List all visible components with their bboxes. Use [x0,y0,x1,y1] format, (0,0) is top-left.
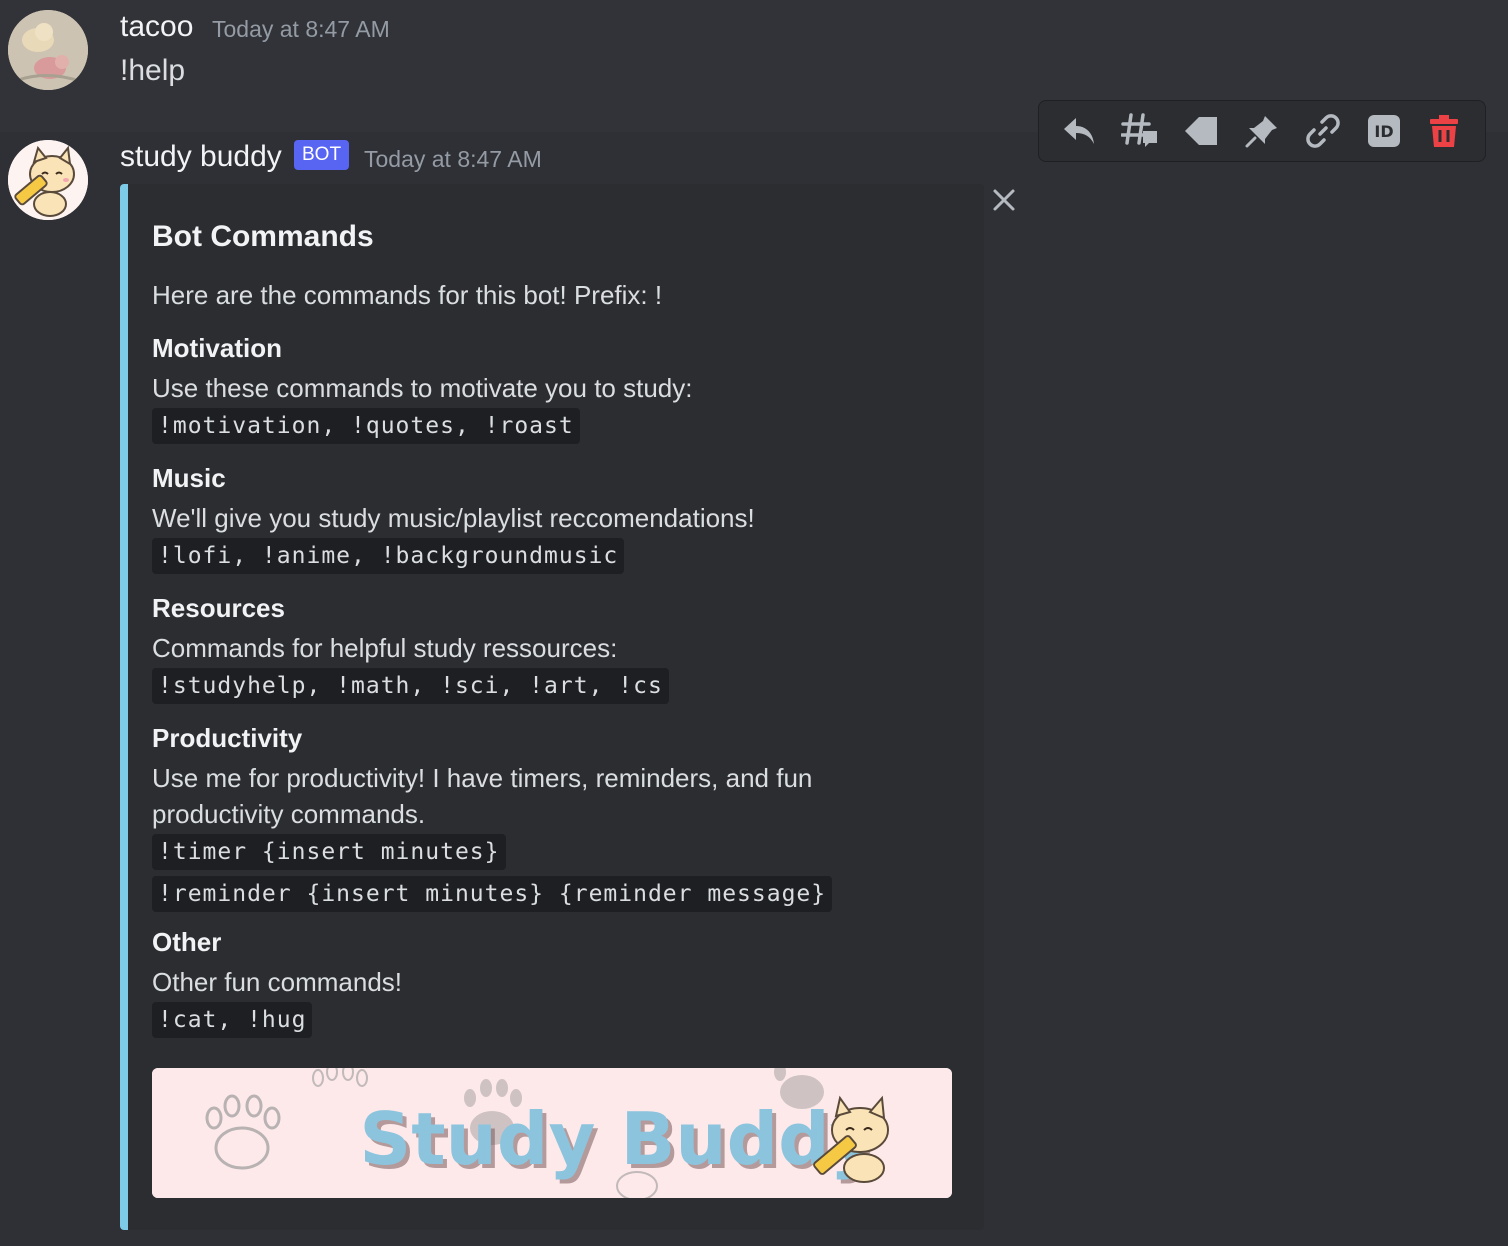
field-name: Productivity [152,723,303,753]
avatar-tacoo[interactable] [8,10,88,90]
code-block: !reminder {insert minutes} {reminder mes… [152,876,833,912]
embed-description: Here are the commands for this bot! Pref… [152,280,663,310]
code-block: !motivation, !quotes, !roast [152,408,580,444]
pin-button[interactable] [1240,109,1284,153]
study-buddy-banner-image: Study Buddy Study Buddy [152,1068,952,1198]
delete-button[interactable] [1422,109,1466,153]
field-text: We'll give you study music/playlist recc… [152,503,755,533]
code-block: !lofi, !anime, !backgroundmusic [152,538,625,574]
tag-button[interactable] [1179,109,1223,153]
link-icon [1305,114,1340,148]
field-name: Other [152,927,222,957]
code-block: !studyhelp, !math, !sci, !art, !cs [152,668,669,704]
field-text: Commands for helpful study ressources: [152,633,618,663]
field-resources: Resources Commands for helpful study res… [152,592,952,704]
field-motivation: Motivation Use these commands to motivat… [152,332,952,444]
embed-title: Bot Commands [152,220,374,253]
field-name: Motivation [152,333,282,363]
code-block: !timer {insert minutes} [152,834,506,870]
create-thread-button[interactable] [1118,109,1162,153]
field-name: Music [152,463,226,493]
thread-icon [1121,113,1158,147]
copy-id-button[interactable]: ID [1362,109,1406,153]
field-other: Other Other fun commands! !cat, !hug [152,926,952,1038]
id-icon: ID [1367,115,1400,147]
svg-text:Study Buddy: Study Buddy [359,1097,876,1181]
username[interactable]: study buddy [120,140,282,174]
message-action-toolbar: ID [1038,100,1486,162]
field-text: Other fun commands! [152,967,402,997]
copy-link-button[interactable] [1301,109,1345,153]
cat-avatar-icon [8,140,88,220]
field-productivity: Productivity Use me for productivity! I … [152,722,833,912]
message-study-buddy: study buddy BOT Today at 8:47 AM Bot Com… [0,132,1508,1246]
bot-badge: BOT [294,140,350,170]
close-icon[interactable] [990,186,1018,214]
embed: Bot Commands Here are the commands for t… [120,184,984,1230]
message-content: !help [120,54,186,87]
code-block: !cat, !hug [152,1002,313,1038]
field-text: Use me for productivity! I have timers, … [152,763,813,829]
timestamp: Today at 8:47 AM [212,16,390,42]
username[interactable]: tacoo [120,10,193,44]
reply-icon [1064,118,1095,144]
reply-button[interactable] [1057,109,1101,153]
field-music: Music We'll give you study music/playlis… [152,462,952,574]
svg-text:ID: ID [1374,122,1393,141]
avatar-study-buddy[interactable] [8,140,88,220]
field-name: Resources [152,593,285,623]
timestamp: Today at 8:47 AM [364,146,542,172]
dog-avatar-icon [8,10,88,90]
field-text: Use these commands to motivate you to st… [152,373,693,403]
pin-icon [1245,116,1277,148]
delete-icon [1430,115,1459,147]
tag-icon [1185,117,1218,145]
embed-image[interactable]: Study Buddy Study Buddy [152,1068,952,1198]
